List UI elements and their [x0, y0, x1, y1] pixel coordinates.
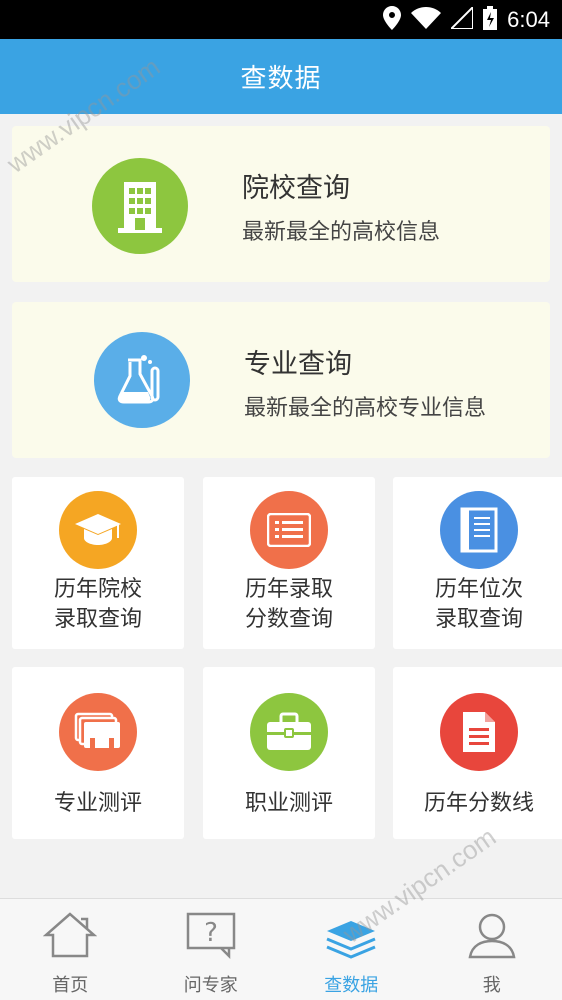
signal-icon	[448, 4, 475, 33]
page-header: 查数据	[0, 39, 562, 114]
briefcase-icon	[250, 693, 328, 771]
tab-label: 查数据	[324, 975, 379, 996]
tab-home[interactable]: 首页	[0, 899, 141, 1000]
wifi-icon	[411, 6, 442, 33]
bottom-tab-bar: 首页 ? 问专家 查数据 我	[0, 898, 562, 1000]
card-subtitle: 最新最全的高校信息	[242, 220, 441, 245]
tile-label-line1: 历年录取	[244, 577, 333, 602]
home-icon	[42, 911, 98, 963]
main-content: 院校查询 最新最全的高校信息 专业查询 最新最全的高校专业信息 历年院校 录取查…	[0, 114, 562, 898]
tab-query-data[interactable]: 查数据	[281, 899, 422, 1000]
tile-label-line1: 历年院校	[53, 577, 142, 602]
location-icon	[383, 5, 402, 34]
tile-label-line2: 分数查询	[244, 607, 333, 632]
tile-historical-score-query[interactable]: 历年录取 分数查询	[203, 477, 375, 649]
svg-text:?: ?	[204, 918, 218, 948]
major-search-card[interactable]: 专业查询 最新最全的高校专业信息	[12, 302, 550, 458]
person-icon	[466, 911, 518, 963]
tile-historical-score-lines[interactable]: 历年分数线	[393, 667, 562, 839]
tile-label-line2: 录取查询	[53, 607, 142, 632]
tile-label-line1: 历年位次	[434, 577, 523, 602]
clock-time: 6:04	[507, 6, 550, 32]
college-search-card[interactable]: 院校查询 最新最全的高校信息	[12, 126, 550, 282]
tile-label: 专业测评	[53, 791, 142, 816]
page-title: 查数据	[240, 64, 322, 94]
tile-label: 历年分数线	[423, 791, 534, 816]
document-icon	[440, 693, 518, 771]
tab-ask-expert[interactable]: ? 问专家	[141, 899, 282, 1000]
tab-label: 问专家	[183, 975, 238, 996]
graduation-cap-icon	[59, 491, 137, 569]
tile-historical-rank-query[interactable]: 历年位次 录取查询	[393, 477, 562, 649]
tab-label: 我	[482, 975, 501, 996]
building-icon	[92, 158, 188, 254]
battery-icon	[483, 5, 498, 34]
lab-flask-icon	[94, 332, 190, 428]
card-title: 专业查询	[244, 349, 352, 380]
tile-historical-college-admission[interactable]: 历年院校 录取查询	[12, 477, 184, 649]
layers-icon	[323, 911, 379, 963]
tile-career-assessment[interactable]: 职业测评	[203, 667, 375, 839]
cards-icon	[59, 693, 137, 771]
tile-label-line2: 录取查询	[434, 607, 523, 632]
question-icon: ?	[185, 911, 237, 963]
card-subtitle: 最新最全的高校专业信息	[244, 396, 487, 421]
card-title: 院校查询	[242, 173, 350, 204]
status-bar: 6:04	[0, 0, 562, 39]
tile-label: 职业测评	[244, 791, 333, 816]
book-icon	[440, 491, 518, 569]
tab-label: 首页	[52, 975, 89, 996]
tab-me[interactable]: 我	[422, 899, 562, 1000]
tile-major-assessment[interactable]: 专业测评	[12, 667, 184, 839]
list-icon	[250, 491, 328, 569]
